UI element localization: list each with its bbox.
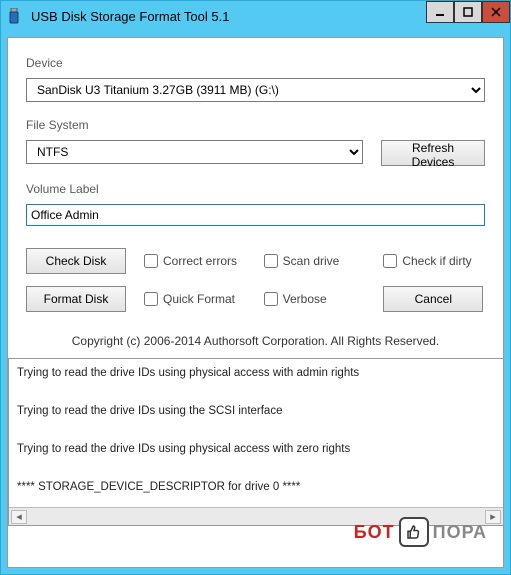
- verbose-checkbox[interactable]: Verbose: [264, 292, 366, 306]
- filesystem-label: File System: [26, 118, 485, 132]
- log-panel: Trying to read the drive IDs using physi…: [8, 358, 503, 526]
- device-label: Device: [26, 56, 485, 70]
- verbose-label: Verbose: [283, 292, 327, 306]
- log-line: Trying to read the drive IDs using the S…: [17, 405, 495, 417]
- maximize-button[interactable]: [454, 1, 482, 23]
- volume-label-label: Volume Label: [26, 182, 485, 196]
- quick-format-label: Quick Format: [163, 292, 235, 306]
- device-select[interactable]: SanDisk U3 Titanium 3.27GB (3911 MB) (G:…: [26, 78, 485, 102]
- log-output[interactable]: Trying to read the drive IDs using physi…: [9, 359, 503, 507]
- scroll-left-icon[interactable]: ◂: [11, 510, 27, 524]
- scan-drive-input[interactable]: [264, 254, 278, 268]
- check-if-dirty-label: Check if dirty: [402, 254, 471, 268]
- minimize-button[interactable]: [426, 1, 454, 23]
- log-line: Trying to read the drive IDs using physi…: [17, 367, 495, 379]
- correct-errors-checkbox[interactable]: Correct errors: [144, 254, 246, 268]
- cancel-button[interactable]: Cancel: [383, 286, 483, 312]
- filesystem-select[interactable]: NTFS: [26, 140, 363, 164]
- correct-errors-input[interactable]: [144, 254, 158, 268]
- log-line: **** STORAGE_DEVICE_DESCRIPTOR for drive…: [17, 481, 495, 493]
- correct-errors-label: Correct errors: [163, 254, 237, 268]
- format-disk-button[interactable]: Format Disk: [26, 286, 126, 312]
- check-if-dirty-input[interactable]: [383, 254, 397, 268]
- window: USB Disk Storage Format Tool 5.1 Device …: [0, 0, 511, 575]
- volume-label-input[interactable]: [26, 204, 485, 226]
- usb-drive-icon: [7, 8, 21, 24]
- client-area: Device SanDisk U3 Titanium 3.27GB (3911 …: [7, 37, 504, 568]
- horizontal-scrollbar[interactable]: ◂ ▸: [9, 507, 503, 525]
- verbose-input[interactable]: [264, 292, 278, 306]
- scroll-right-icon[interactable]: ▸: [485, 510, 501, 524]
- close-button[interactable]: [482, 1, 510, 23]
- quick-format-checkbox[interactable]: Quick Format: [144, 292, 246, 306]
- window-controls: [426, 1, 510, 23]
- log-line: Trying to read the drive IDs using physi…: [17, 443, 495, 455]
- copyright-text: Copyright (c) 2006-2014 Authorsoft Corpo…: [26, 334, 485, 348]
- window-title: USB Disk Storage Format Tool 5.1: [31, 9, 229, 24]
- quick-format-input[interactable]: [144, 292, 158, 306]
- refresh-devices-button[interactable]: Refresh Devices: [381, 140, 485, 166]
- check-if-dirty-checkbox[interactable]: Check if dirty: [383, 254, 485, 268]
- scan-drive-label: Scan drive: [283, 254, 340, 268]
- titlebar[interactable]: USB Disk Storage Format Tool 5.1: [1, 1, 510, 31]
- check-disk-button[interactable]: Check Disk: [26, 248, 126, 274]
- scan-drive-checkbox[interactable]: Scan drive: [264, 254, 366, 268]
